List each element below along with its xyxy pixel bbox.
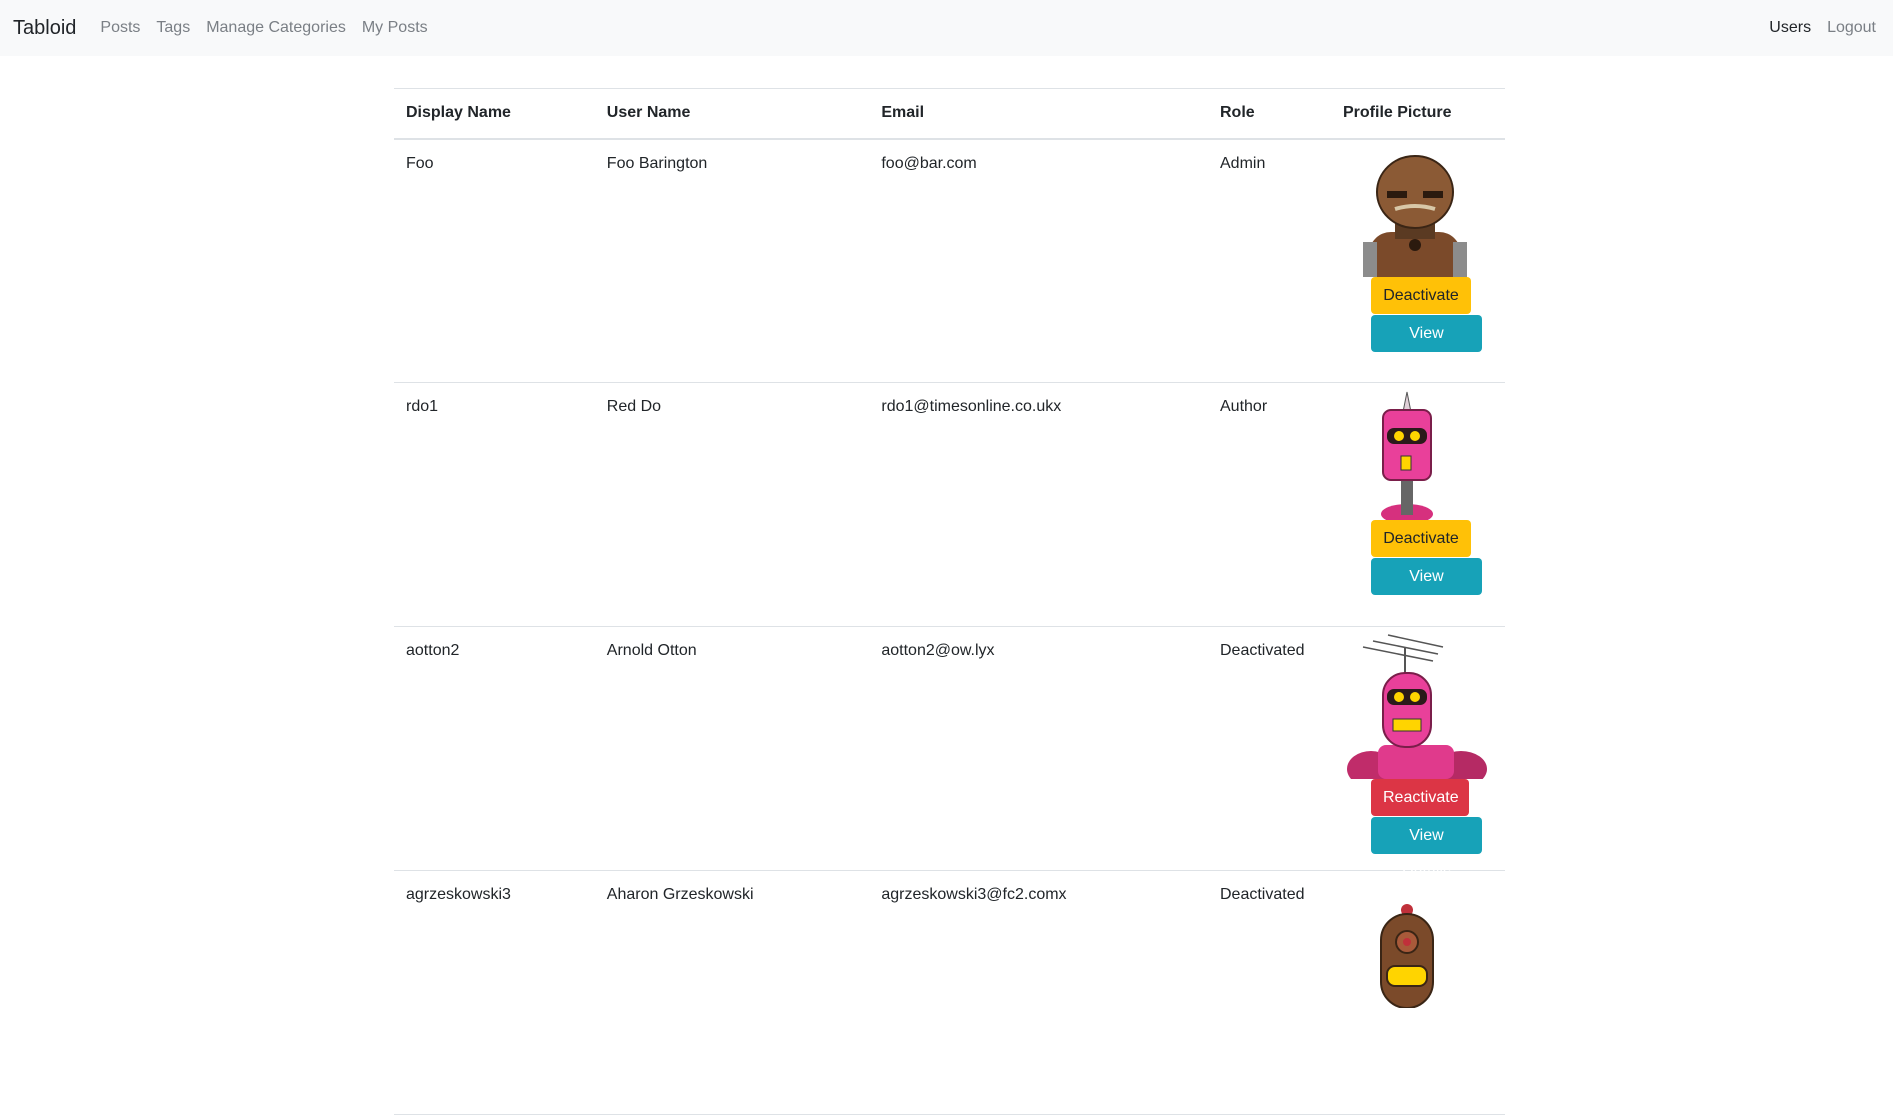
nav-my-posts[interactable]: My Posts: [362, 19, 428, 37]
header-user-name: User Name: [594, 88, 870, 140]
view-details-button[interactable]: View Details: [1371, 558, 1482, 622]
users-table-container: Display Name User Name Email Role Profil…: [394, 88, 1505, 1115]
deactivate-button[interactable]: Deactivate: [1371, 276, 1471, 314]
pink-antenna-robot-avatar: [1347, 634, 1487, 779]
avatar: [1343, 627, 1493, 779]
cell-email: aotton2@ow.lyx: [869, 626, 1208, 871]
cell-user-name: Arnold Otton: [594, 626, 870, 871]
cell-display-name: aotton2: [394, 626, 595, 871]
nav-users[interactable]: Users: [1769, 19, 1811, 37]
cell-profile-picture: Deactivate View Details: [1331, 382, 1505, 627]
cell-profile-picture: Reactivate View Details: [1331, 626, 1505, 881]
avatar: [1343, 147, 1493, 277]
cell-email: foo@bar.com: [869, 138, 1208, 383]
table-row: Foo Foo Barington foo@bar.com Admin Deac…: [394, 138, 1505, 383]
cell-email: agrzeskowski3@fc2.comx: [869, 870, 1208, 1115]
cell-role: Admin: [1208, 138, 1331, 383]
brand-link[interactable]: Tabloid: [13, 17, 76, 40]
table-header-row: Display Name User Name Email Role Profil…: [394, 88, 1505, 140]
deactivate-button[interactable]: Deactivate: [1371, 520, 1471, 557]
cell-user-name: Red Do: [594, 382, 870, 627]
cell-email: rdo1@timesonline.co.ukx: [869, 382, 1208, 627]
brown-robot-avatar: [1363, 154, 1467, 277]
cell-display-name: Foo: [394, 138, 595, 383]
cell-role: Deactivated: [1208, 870, 1331, 1115]
view-details-button[interactable]: View Details: [1371, 314, 1482, 379]
nav-logout[interactable]: Logout: [1827, 19, 1876, 37]
header-profile-picture: Profile Picture: [1331, 88, 1505, 140]
nav-posts[interactable]: Posts: [100, 19, 140, 37]
header-email: Email: [869, 88, 1208, 140]
reactivate-button[interactable]: Reactivate: [1371, 779, 1469, 816]
cell-profile-picture: [1331, 870, 1505, 1115]
table-row: rdo1 Red Do rdo1@timesonline.co.ukx Auth…: [394, 382, 1505, 627]
cell-display-name: agrzeskowski3: [394, 870, 595, 1115]
view-details-button[interactable]: View Details: [1371, 817, 1482, 881]
table-row: aotton2 Arnold Otton aotton2@ow.lyx Deac…: [394, 626, 1505, 881]
nav-right: Users Logout: [1753, 0, 1876, 56]
pink-cylinder-robot-avatar: [1381, 391, 1433, 520]
cell-role: Author: [1208, 382, 1331, 627]
cell-profile-picture: Deactivate View Details: [1331, 138, 1505, 383]
cell-user-name: Aharon Grzeskowski: [594, 870, 870, 1115]
users-table: Display Name User Name Email Role Profil…: [394, 88, 1505, 1115]
nav-tags[interactable]: Tags: [156, 19, 190, 37]
navbar: Tabloid Posts Tags Manage Categories My …: [0, 0, 1893, 56]
cell-user-name: Foo Barington: [594, 138, 870, 383]
table-row: agrzeskowski3 Aharon Grzeskowski agrzesk…: [394, 870, 1505, 1115]
avatar: [1343, 878, 1493, 1008]
nav-manage-categories[interactable]: Manage Categories: [206, 19, 346, 37]
cell-display-name: rdo1: [394, 382, 595, 627]
cell-role: Deactivated: [1208, 626, 1331, 871]
avatar: [1343, 390, 1493, 520]
header-role: Role: [1208, 88, 1331, 140]
header-display-name: Display Name: [394, 88, 595, 140]
brown-cyclops-robot-avatar: [1380, 904, 1434, 1008]
